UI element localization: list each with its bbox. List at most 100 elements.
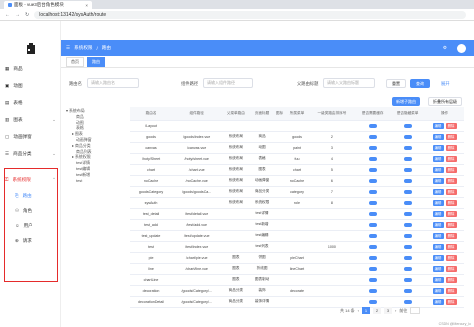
close-icon[interactable]: × <box>85 3 88 8</box>
toggle-switch[interactable] <box>403 288 412 293</box>
hidden-switch[interactable] <box>390 186 426 198</box>
edit-button[interactable]: 编辑 <box>432 122 444 129</box>
hidden-switch[interactable] <box>390 285 426 297</box>
forward-icon[interactable]: → <box>15 12 20 18</box>
browser-tab[interactable]: 面板 - vue3后台角色模块 × <box>4 1 92 9</box>
edit-button[interactable]: 编辑 <box>432 199 444 206</box>
toggle-switch[interactable] <box>368 123 377 128</box>
toggle-switch[interactable] <box>403 189 412 194</box>
sidebar-item-canvas[interactable]: ▣ 动图 <box>0 77 61 94</box>
delete-button[interactable]: 删除 <box>445 188 457 195</box>
hidden-switch[interactable] <box>390 208 426 220</box>
delete-button[interactable]: 删除 <box>445 166 457 173</box>
row-actions[interactable]: 编辑 删除 <box>425 120 464 132</box>
delete-button[interactable]: 删除 <box>445 243 457 250</box>
toggle-switch[interactable] <box>403 178 412 183</box>
toggle-switch[interactable] <box>403 145 412 150</box>
toggle-switch[interactable] <box>368 266 377 271</box>
delete-button[interactable]: 删除 <box>445 133 457 140</box>
hidden-switch[interactable] <box>390 219 426 231</box>
delete-button[interactable]: 删除 <box>445 122 457 129</box>
url-input[interactable]: localhost:13142/sysAuth/route <box>34 10 466 19</box>
hidden-switch[interactable] <box>390 263 426 275</box>
route-name-input[interactable]: 请输入路由名 <box>87 78 139 88</box>
delete-button[interactable]: 删除 <box>445 254 457 261</box>
back-icon[interactable]: ← <box>5 12 10 18</box>
cache-switch[interactable] <box>355 120 391 132</box>
toggle-switch[interactable] <box>403 244 412 249</box>
edit-button[interactable]: 编辑 <box>432 177 444 184</box>
toggle-switch[interactable] <box>368 200 377 205</box>
row-actions[interactable]: 编辑 删除 <box>425 296 464 308</box>
toggle-switch[interactable] <box>368 288 377 293</box>
add-route-button[interactable]: 新增子路由 <box>392 97 420 106</box>
hidden-switch[interactable] <box>390 175 426 187</box>
toggle-switch[interactable] <box>368 189 377 194</box>
cache-switch[interactable] <box>355 241 391 253</box>
cache-switch[interactable] <box>355 263 391 275</box>
row-actions[interactable]: 编辑 删除 <box>425 131 464 143</box>
delete-button[interactable]: 删除 <box>445 155 457 162</box>
toggle-switch[interactable] <box>368 167 377 172</box>
cache-switch[interactable] <box>355 131 391 143</box>
row-actions[interactable]: 编辑 删除 <box>425 142 464 154</box>
delete-button[interactable]: 删除 <box>445 144 457 151</box>
hidden-switch[interactable] <box>390 230 426 242</box>
edit-button[interactable]: 编辑 <box>432 221 444 228</box>
cache-switch[interactable] <box>355 274 391 286</box>
cache-switch[interactable] <box>355 219 391 231</box>
collapse-all-button[interactable]: 折叠所有层级 <box>428 97 462 106</box>
toggle-switch[interactable] <box>403 211 412 216</box>
row-actions[interactable]: 编辑 删除 <box>425 186 464 198</box>
row-actions[interactable]: 编辑 删除 <box>425 230 464 242</box>
tag-home[interactable]: 首页 <box>66 56 84 67</box>
menu-fold-icon[interactable]: ☰ <box>66 45 70 51</box>
row-actions[interactable]: 编辑 删除 <box>425 219 464 231</box>
edit-button[interactable]: 编辑 <box>432 210 444 217</box>
toggle-switch[interactable] <box>403 233 412 238</box>
avatar[interactable] <box>457 43 466 53</box>
page-button[interactable]: 2 <box>373 307 382 314</box>
page-button[interactable]: 1 <box>362 307 371 314</box>
toggle-switch[interactable] <box>403 167 412 172</box>
reset-button[interactable]: 重置 <box>386 79 406 88</box>
toggle-switch[interactable] <box>368 299 377 304</box>
delete-button[interactable]: 删除 <box>445 221 457 228</box>
query-button[interactable]: 查询 <box>410 79 430 88</box>
edit-button[interactable]: 编辑 <box>432 144 444 151</box>
delete-button[interactable]: 删除 <box>445 199 457 206</box>
row-actions[interactable]: 编辑 删除 <box>425 274 464 286</box>
chevron-right-icon[interactable]: › <box>395 308 396 313</box>
tag-route[interactable]: 路由 <box>87 56 105 67</box>
cache-switch[interactable] <box>355 197 391 209</box>
toggle-switch[interactable] <box>368 211 377 216</box>
cache-switch[interactable] <box>355 208 391 220</box>
row-actions[interactable]: 编辑 删除 <box>425 241 464 253</box>
toggle-switch[interactable] <box>368 222 377 227</box>
edit-button[interactable]: 编辑 <box>432 287 444 294</box>
edit-button[interactable]: 编辑 <box>432 155 444 162</box>
toggle-switch[interactable] <box>403 266 412 271</box>
cache-switch[interactable] <box>355 153 391 165</box>
edit-button[interactable]: 编辑 <box>432 254 444 261</box>
hidden-switch[interactable] <box>390 241 426 253</box>
delete-button[interactable]: 删除 <box>445 232 457 239</box>
row-actions[interactable]: 编辑 删除 <box>425 252 464 264</box>
sidebar-item-chart[interactable]: ▥ 图表 ⌄ <box>0 111 61 128</box>
edit-button[interactable]: 编辑 <box>432 298 444 305</box>
cache-switch[interactable] <box>355 142 391 154</box>
row-actions[interactable]: 编辑 删除 <box>425 208 464 220</box>
edit-button[interactable]: 编辑 <box>432 166 444 173</box>
toggle-switch[interactable] <box>403 156 412 161</box>
expand-link[interactable]: 展开 <box>441 81 450 87</box>
delete-button[interactable]: 删除 <box>445 276 457 283</box>
toggle-switch[interactable] <box>403 255 412 260</box>
page-button[interactable]: 3 <box>384 307 393 314</box>
row-actions[interactable]: 编辑 删除 <box>425 153 464 165</box>
toggle-switch[interactable] <box>368 244 377 249</box>
toggle-switch[interactable] <box>403 299 412 304</box>
toggle-switch[interactable] <box>403 134 412 139</box>
component-path-input[interactable]: 请输入组件路径 <box>203 78 253 88</box>
row-actions[interactable]: 编辑 删除 <box>425 263 464 275</box>
toggle-switch[interactable] <box>368 156 377 161</box>
